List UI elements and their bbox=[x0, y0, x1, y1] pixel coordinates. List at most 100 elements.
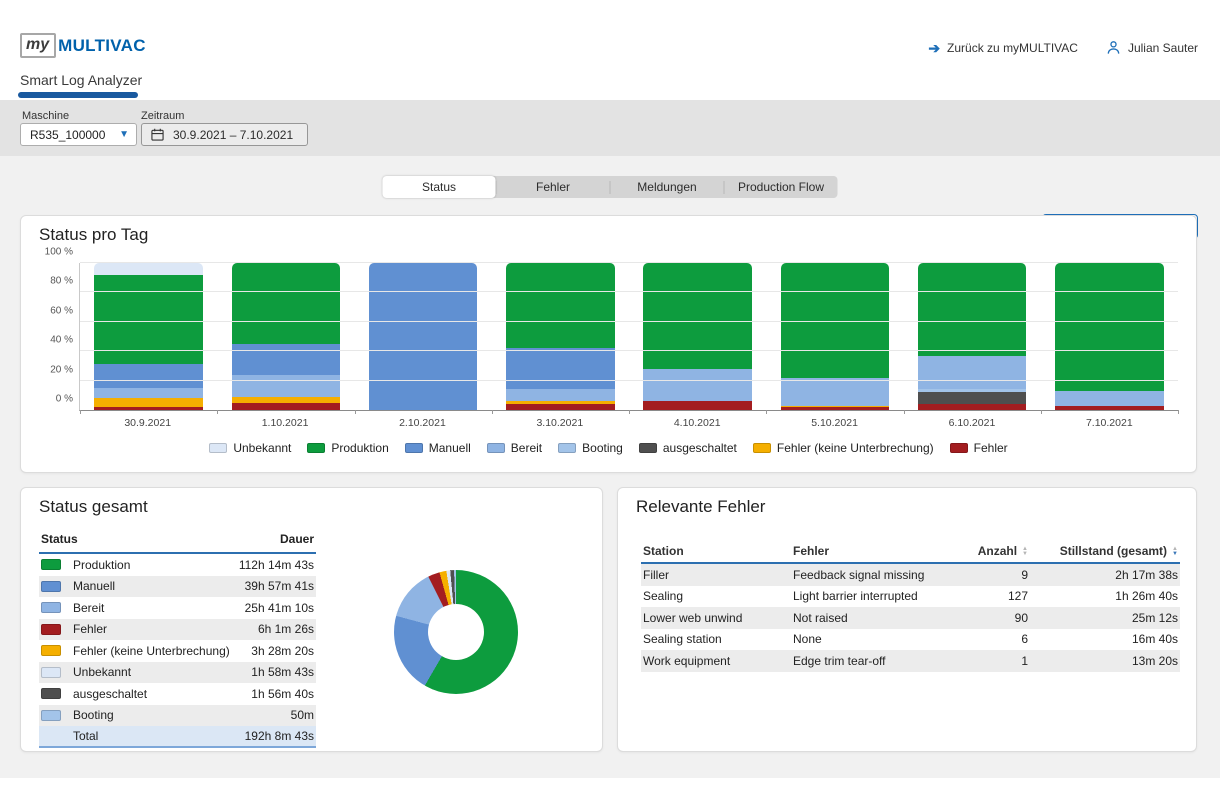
legend-swatch bbox=[753, 443, 771, 453]
status-table: Status Dauer Produktion112h 14m 43sManue… bbox=[39, 528, 316, 748]
x-axis-tick bbox=[629, 410, 630, 414]
bar-segment-manuell[interactable] bbox=[232, 344, 340, 375]
bar-segment-fehler[interactable] bbox=[506, 404, 614, 410]
machine-select-value: R535_100000 bbox=[30, 128, 105, 142]
bar-segment-manuell[interactable] bbox=[94, 364, 202, 388]
bar-segment-bereit[interactable] bbox=[506, 389, 614, 401]
bar-segment-fehler[interactable] bbox=[1055, 406, 1163, 410]
y-axis-tick-label: 60 % bbox=[29, 305, 73, 316]
tab-meldungen[interactable]: Meldungen bbox=[611, 176, 724, 198]
gridline bbox=[80, 380, 1178, 381]
status-swatch bbox=[41, 688, 61, 699]
stacked-bar-6.10.2021[interactable] bbox=[918, 263, 1026, 410]
error-text: Not raised bbox=[793, 611, 948, 625]
bar-segment-fehler[interactable] bbox=[918, 404, 1026, 410]
y-axis-tick-label: 80 % bbox=[29, 276, 73, 287]
bar-segment-bereit[interactable] bbox=[1055, 391, 1163, 406]
legend-item-ausgeschaltet: ausgeschaltet bbox=[639, 441, 737, 455]
x-axis-labels: 30.9.20211.10.20212.10.20213.10.20214.10… bbox=[79, 417, 1178, 429]
bar-segment-fehler_ohne[interactable] bbox=[94, 398, 202, 407]
legend-item-fehler_ohne: Fehler (keine Unterbrechung) bbox=[753, 441, 934, 455]
duration-col-header: Dauer bbox=[280, 532, 314, 546]
status-row-total: Total192h 8m 43s bbox=[39, 726, 316, 748]
downtime-col-header[interactable]: Stillstand (gesamt)▲▼ bbox=[1028, 544, 1178, 558]
legend-label: Produktion bbox=[331, 441, 388, 455]
bar-segment-fehler[interactable] bbox=[232, 403, 340, 410]
status-donut-chart[interactable] bbox=[394, 570, 518, 694]
stacked-bar-3.10.2021[interactable] bbox=[506, 263, 614, 410]
donut-hole bbox=[428, 604, 484, 660]
bar-segment-unbekannt[interactable] bbox=[94, 263, 202, 275]
bar-segment-produktion[interactable] bbox=[506, 263, 614, 348]
bar-segment-produktion[interactable] bbox=[918, 263, 1026, 356]
app-title: Smart Log Analyzer bbox=[20, 72, 142, 88]
error-count: 127 bbox=[948, 589, 1028, 603]
stacked-bar-1.10.2021[interactable] bbox=[232, 263, 340, 410]
bar-segment-produktion[interactable] bbox=[232, 263, 340, 344]
bar-column bbox=[492, 263, 629, 410]
relevant-errors-card: Relevante Fehler Station Fehler Anzahl▲▼… bbox=[617, 487, 1197, 752]
filter-bar: Maschine R535_100000 ▼ Zeitraum 30.9.202… bbox=[0, 100, 1220, 156]
tab-fehler[interactable]: Fehler bbox=[497, 176, 610, 198]
bar-segment-bereit[interactable] bbox=[94, 388, 202, 398]
stacked-bar-30.9.2021[interactable] bbox=[94, 263, 202, 410]
tab-production-flow[interactable]: Production Flow bbox=[725, 176, 838, 198]
date-range-field[interactable]: 30.9.2021 – 7.10.2021 bbox=[141, 123, 308, 146]
sort-icon-downtime[interactable]: ▲▼ bbox=[1172, 547, 1178, 557]
legend-label: ausgeschaltet bbox=[663, 441, 737, 455]
error-row: Lower web unwindNot raised9025m 12s bbox=[641, 607, 1180, 629]
bar-segment-manuell[interactable] bbox=[506, 348, 614, 389]
status-swatch bbox=[41, 645, 61, 656]
status-duration: 6h 1m 26s bbox=[258, 622, 314, 636]
error-row: FillerFeedback signal missing92h 17m 38s bbox=[641, 564, 1180, 586]
legend-label: Fehler bbox=[974, 441, 1008, 455]
legend-swatch bbox=[487, 443, 505, 453]
bar-segment-produktion[interactable] bbox=[643, 263, 751, 369]
x-axis-tick bbox=[1178, 410, 1179, 414]
legend-swatch bbox=[950, 443, 968, 453]
stacked-bar-2.10.2021[interactable] bbox=[369, 263, 477, 410]
calendar-icon bbox=[151, 128, 164, 141]
logo-brand-text: MULTIVAC bbox=[58, 36, 146, 56]
tab-status[interactable]: Status bbox=[383, 176, 496, 198]
stacked-bar-5.10.2021[interactable] bbox=[781, 263, 889, 410]
bar-segment-bereit[interactable] bbox=[232, 375, 340, 397]
status-duration: 112h 14m 43s bbox=[239, 558, 314, 572]
status-swatch bbox=[41, 559, 61, 570]
bar-segment-fehler[interactable] bbox=[94, 407, 202, 410]
status-swatch bbox=[41, 602, 61, 613]
status-duration: 1h 56m 40s bbox=[251, 687, 314, 701]
bar-segment-bereit[interactable] bbox=[781, 378, 889, 406]
bar-segment-bereit[interactable] bbox=[918, 356, 1026, 390]
error-count: 90 bbox=[948, 611, 1028, 625]
app-header: my MULTIVAC Smart Log Analyzer ➔ Zurück … bbox=[0, 0, 1220, 100]
bar-segment-bereit[interactable] bbox=[643, 369, 751, 401]
error-downtime: 25m 12s bbox=[1028, 611, 1178, 625]
user-menu[interactable]: Julian Sauter bbox=[1106, 40, 1198, 55]
gridline bbox=[80, 262, 1178, 263]
count-col-header[interactable]: Anzahl▲▼ bbox=[948, 544, 1028, 558]
bar-segment-fehler[interactable] bbox=[781, 407, 889, 410]
machine-select[interactable]: R535_100000 ▼ bbox=[20, 123, 137, 146]
error-station: Sealing station bbox=[643, 632, 793, 646]
stacked-bar-7.10.2021[interactable] bbox=[1055, 263, 1163, 410]
bar-segment-produktion[interactable] bbox=[1055, 263, 1163, 391]
bar-chart-plot: 0 %20 %40 %60 %80 %100 % bbox=[79, 263, 1178, 411]
status-row-fehler_ohne: Fehler (keine Unterbrechung)3h 28m 20s bbox=[39, 640, 316, 662]
status-swatch bbox=[41, 667, 61, 678]
x-axis-tick bbox=[217, 410, 218, 414]
bar-column bbox=[904, 263, 1041, 410]
stacked-bar-4.10.2021[interactable] bbox=[643, 263, 751, 410]
bar-segment-manuell[interactable] bbox=[369, 263, 477, 410]
bar-segment-ausgeschaltet[interactable] bbox=[918, 392, 1026, 404]
y-axis-tick-label: 0 % bbox=[29, 394, 73, 405]
back-to-mymultivac-link[interactable]: ➔ Zurück zu myMULTIVAC bbox=[928, 41, 1078, 55]
bar-segment-fehler[interactable] bbox=[643, 401, 751, 410]
x-axis-label: 7.10.2021 bbox=[1041, 417, 1178, 429]
error-row: Sealing stationNone616m 40s bbox=[641, 629, 1180, 651]
legend-swatch bbox=[405, 443, 423, 453]
legend-label: Bereit bbox=[511, 441, 542, 455]
y-axis-tick-label: 40 % bbox=[29, 335, 73, 346]
error-downtime: 16m 40s bbox=[1028, 632, 1178, 646]
error-downtime: 1h 26m 40s bbox=[1028, 589, 1178, 603]
